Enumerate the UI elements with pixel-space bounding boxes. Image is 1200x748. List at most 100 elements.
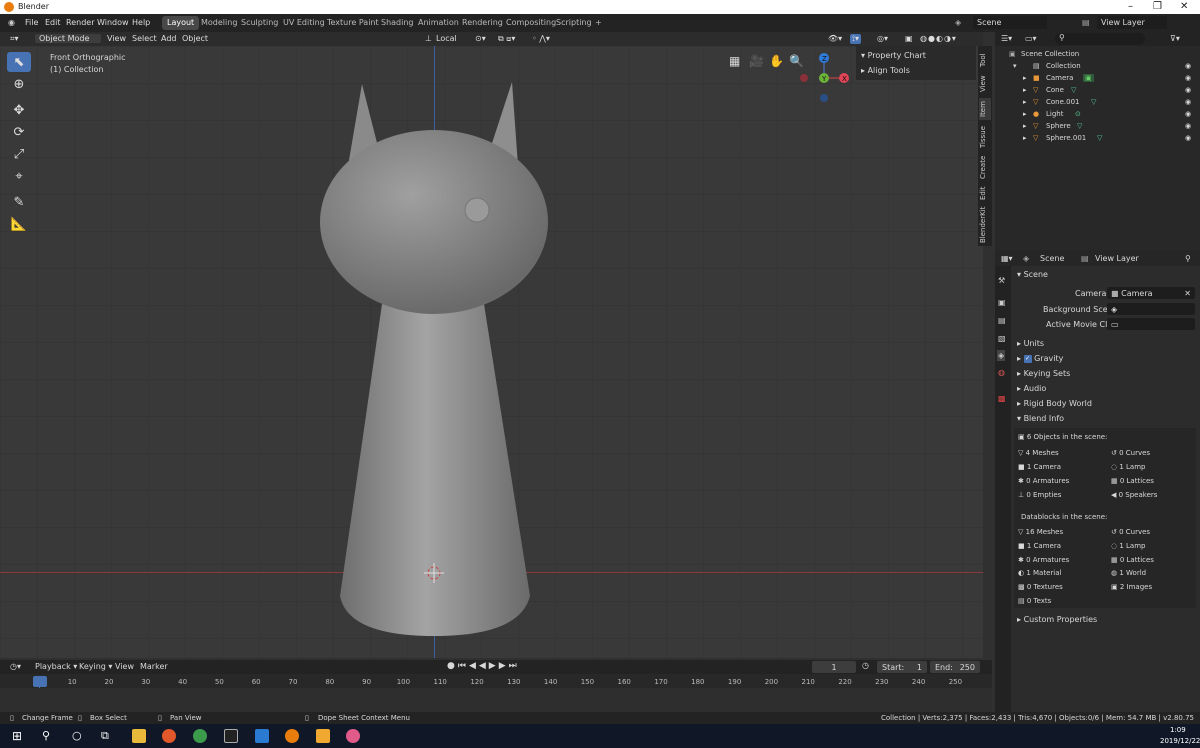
outliner-row-sphere001[interactable]: ▸ ▽ Sphere.001 ▽ ◉: [995, 134, 1200, 146]
timeline-editor-icon[interactable]: ◷▾: [10, 662, 21, 671]
xray-icon[interactable]: ▣: [905, 34, 913, 43]
playback-controls-icon[interactable]: ●⏮◀◀▶▶⏭: [447, 661, 520, 671]
movie-clip-field[interactable]: ▭: [1107, 318, 1195, 330]
annotate-tool-icon[interactable]: ✎: [7, 192, 31, 212]
minimize-button[interactable]: –: [1128, 1, 1133, 12]
frame-ruler[interactable]: 1102030405060708090100110120130140150160…: [0, 676, 992, 688]
viewport-menu-add[interactable]: Add: [161, 34, 177, 43]
eye-icon[interactable]: ◉: [1185, 110, 1191, 118]
scale-tool-icon[interactable]: ⤢: [7, 144, 31, 164]
outliner-search-input[interactable]: ⚲: [1055, 33, 1145, 45]
view-layer-tab-icon-side[interactable]: ▧: [998, 334, 1006, 343]
end-frame-field[interactable]: End: 250: [930, 661, 980, 673]
proportional-icon[interactable]: ◦ ⋀▾: [532, 34, 550, 43]
display-mode-icon[interactable]: ▭▾: [1025, 34, 1037, 43]
timeline-menu-playback[interactable]: Playback ▾: [35, 662, 77, 671]
overlay-icon[interactable]: ◎▾: [877, 34, 888, 43]
vtab-item[interactable]: Item: [979, 98, 991, 120]
windows-start-icon[interactable]: ⊞: [12, 729, 22, 743]
outliner-type-icon[interactable]: ☰▾: [1001, 34, 1012, 43]
mode-selector[interactable]: Object Mode: [35, 34, 101, 43]
vscode-icon[interactable]: [255, 729, 269, 743]
chrome-icon[interactable]: [193, 729, 207, 743]
rotate-tool-icon[interactable]: ⟳: [7, 122, 31, 142]
background-scene-field[interactable]: ◈: [1107, 303, 1195, 315]
expand-icon[interactable]: ▾: [1013, 62, 1017, 70]
current-frame-field[interactable]: 1: [812, 661, 856, 673]
expand-icon[interactable]: ▸: [1023, 74, 1027, 82]
vtab-view[interactable]: View: [979, 74, 991, 94]
expand-icon[interactable]: ▸: [1023, 134, 1027, 142]
pivot-icon[interactable]: ⊙▾: [475, 34, 486, 43]
menu-render[interactable]: Render: [66, 18, 94, 27]
pan-hand-icon[interactable]: ✋: [769, 54, 784, 68]
expand-icon[interactable]: ▸: [1023, 86, 1027, 94]
rigid-body-panel-header[interactable]: ▸ Rigid Body World: [1017, 399, 1092, 408]
scene-tab-icon-side[interactable]: ◈: [997, 350, 1006, 361]
timeline-menu-keying[interactable]: Keying ▾: [79, 662, 112, 671]
add-workspace-button[interactable]: +: [590, 16, 607, 30]
tool-tab-icon[interactable]: ⚒: [998, 276, 1005, 285]
outliner-row-cone001[interactable]: ▸ ▽ Cone.001 ▽ ◉: [995, 98, 1200, 110]
blender-menu-icon[interactable]: ◉: [8, 18, 15, 27]
tab-sculpting[interactable]: Sculpting: [236, 16, 283, 30]
viewport-menu-select[interactable]: Select: [132, 34, 157, 43]
vtab-blenderkit[interactable]: BlenderKit: [979, 206, 991, 244]
align-tools-item[interactable]: ▸ Align Tools: [861, 66, 910, 75]
file-explorer-icon[interactable]: [132, 729, 146, 743]
pin-icon[interactable]: ⚲: [1185, 254, 1191, 263]
playhead[interactable]: [33, 676, 47, 687]
task-view-icon[interactable]: ⧉: [101, 729, 109, 743]
outliner-row-light[interactable]: ▸ ● Light ⊙ ◉: [995, 110, 1200, 122]
menu-help[interactable]: Help: [132, 18, 150, 27]
close-button[interactable]: ✕: [1180, 1, 1188, 12]
viewport-menu-object[interactable]: Object: [182, 34, 208, 43]
gizmo-toggle-icon[interactable]: ⟟▾: [850, 34, 861, 44]
eye-icon[interactable]: ◉: [1185, 98, 1191, 106]
view-layer-context-tab[interactable]: View Layer: [1095, 254, 1139, 263]
transform-orientation[interactable]: Local: [436, 34, 457, 43]
eye-icon[interactable]: ◉: [1185, 134, 1191, 142]
app2-icon[interactable]: [346, 729, 360, 743]
outliner-row-sphere[interactable]: ▸ ▽ Sphere ▽ ◉: [995, 122, 1200, 134]
camera-view-icon[interactable]: 🎥: [749, 54, 764, 68]
audio-panel-header[interactable]: ▸ Audio: [1017, 384, 1046, 393]
timeline-menu-marker[interactable]: Marker: [140, 662, 168, 671]
menu-window[interactable]: Window: [97, 18, 129, 27]
blend-info-panel-header[interactable]: ▾ Blend Info: [1017, 414, 1064, 423]
eye-icon[interactable]: ◉: [1185, 86, 1191, 94]
select-box-tool-icon[interactable]: ⬉: [7, 52, 31, 72]
firefox-icon[interactable]: [162, 729, 176, 743]
gravity-panel-header[interactable]: ▸ ✓ Gravity: [1017, 354, 1063, 363]
units-panel-header[interactable]: ▸ Units: [1017, 339, 1044, 348]
cortana-icon[interactable]: ○: [72, 729, 82, 742]
eye-icon[interactable]: ◉: [1185, 122, 1191, 130]
eye-icon[interactable]: ◉: [1185, 62, 1191, 70]
view-layer-selector[interactable]: View Layer: [1097, 16, 1167, 29]
snap-icon[interactable]: ⧉ ⧈▾: [498, 34, 515, 44]
3d-viewport[interactable]: Front Orthographic (1) Collection ▦ 🎥 ✋ …: [0, 46, 983, 658]
vtab-tool[interactable]: Tool: [979, 50, 991, 70]
expand-icon[interactable]: ▸: [1023, 98, 1027, 106]
custom-properties-header[interactable]: ▸ Custom Properties: [1017, 615, 1097, 624]
menu-file[interactable]: File: [25, 18, 38, 27]
expand-icon[interactable]: ▸: [1023, 122, 1027, 130]
scene-context-tab[interactable]: Scene: [1040, 254, 1064, 263]
menu-edit[interactable]: Edit: [45, 18, 61, 27]
search-taskbar-icon[interactable]: ⚲: [42, 729, 50, 742]
outliner-row-camera[interactable]: ▸ ■ Camera ▣ ◉: [995, 74, 1200, 86]
app-icon[interactable]: [316, 729, 330, 743]
vtab-create[interactable]: Create: [979, 154, 991, 180]
timeline-menu-view[interactable]: View: [115, 662, 134, 671]
render-tab-icon[interactable]: ▣: [998, 298, 1006, 307]
blender-taskbar-icon[interactable]: [285, 729, 299, 743]
tab-layout[interactable]: Layout: [162, 16, 200, 30]
vtab-edit[interactable]: Edit: [979, 184, 991, 202]
texture-tab-icon[interactable]: ▩: [998, 394, 1006, 403]
outliner-row-scene-collection[interactable]: ▣ Scene Collection: [995, 50, 1200, 62]
camera-field[interactable]: ■ Camera ✕: [1107, 287, 1195, 299]
property-chart-item[interactable]: ▾ Property Chart: [861, 51, 926, 60]
viewport-menu-view[interactable]: View: [107, 34, 126, 43]
clear-icon[interactable]: ✕: [1184, 289, 1191, 298]
transform-tool-icon[interactable]: ⌖: [7, 166, 31, 186]
